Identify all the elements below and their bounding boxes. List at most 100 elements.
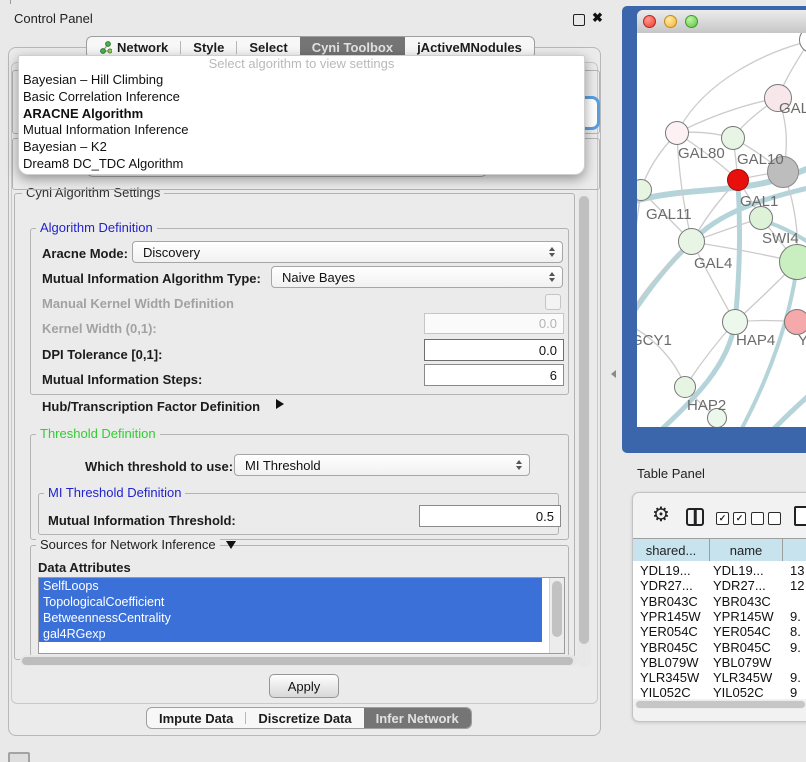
which-threshold-combo[interactable]: MI Threshold <box>234 454 530 476</box>
select-all-checkboxes-icon[interactable]: ✓ ✓ <box>716 512 746 525</box>
list-item-selected[interactable]: gal4RGexp <box>39 626 542 642</box>
manual-kernel-width-label: Manual Kernel Width Definition <box>42 296 234 311</box>
split-columns-icon[interactable] <box>686 508 704 526</box>
table-row[interactable]: YPR145WYPR145W9. <box>633 609 806 624</box>
mi-threshold-field[interactable]: 0.5 <box>419 505 561 527</box>
list-item-selected[interactable]: SelfLoops <box>39 578 542 594</box>
docked-panel-icon[interactable] <box>8 752 30 762</box>
list-scrollbar-thumb[interactable] <box>552 581 562 637</box>
table-row[interactable]: YLR345WYLR345W9. <box>633 670 806 685</box>
table-hscrollbar-thumb[interactable] <box>636 701 805 708</box>
tab-cyni-toolbox-label: Cyni Toolbox <box>312 40 393 55</box>
mi-steps-field[interactable]: 6 <box>424 364 564 386</box>
which-threshold-label: Which threshold to use: <box>85 459 233 474</box>
tab-jactivemnodules-label: jActiveMNodules <box>417 40 522 55</box>
close-panel-icon[interactable]: ✖ <box>592 10 603 26</box>
which-threshold-value: MI Threshold <box>245 458 321 473</box>
table-row[interactable]: YIL052CYIL052C9 <box>633 685 806 699</box>
dropdown-item-selected[interactable]: ARACNE Algorithm <box>19 106 584 123</box>
mi-steps-label: Mutual Information Steps: <box>42 372 202 387</box>
node-label: GAL4 <box>694 255 732 272</box>
aracne-mode-label: Aracne Mode: <box>42 246 128 261</box>
node-label: GCY1 <box>637 332 672 349</box>
mi-threshold-label: Mutual Information Threshold: <box>48 513 236 528</box>
tab-impute-data-label: Impute Data <box>159 711 233 726</box>
mi-algorithm-type-value: Naive Bayes <box>282 270 355 285</box>
combo-spinner-icon <box>549 272 555 282</box>
zoom-window-icon[interactable] <box>685 15 698 28</box>
tab-network-label: Network <box>117 40 168 55</box>
node-label: GAL80 <box>678 145 725 162</box>
tab-infer-network[interactable]: Infer Network <box>364 708 471 728</box>
column-header-shared-name[interactable]: shared... <box>633 539 710 561</box>
settings-hscrollbar-track[interactable] <box>20 655 577 666</box>
network-node[interactable] <box>637 179 652 201</box>
table-row[interactable]: YBL079WYBL079W <box>633 655 806 670</box>
manual-kernel-width-checkbox[interactable] <box>545 294 561 310</box>
close-window-icon[interactable] <box>643 15 656 28</box>
table-mode-icon[interactable] <box>794 506 806 526</box>
tab-select-label: Select <box>249 40 287 55</box>
network-node-selected[interactable] <box>727 169 749 191</box>
gear-icon[interactable]: ⚙ <box>652 503 670 527</box>
table-row[interactable]: YER054CYER054C8. <box>633 624 806 639</box>
tab-impute-data[interactable]: Impute Data <box>147 708 245 728</box>
node-label: HAP2 <box>687 397 726 414</box>
table-panel-title: Table Panel <box>637 466 705 481</box>
node-label: GAL1 <box>740 193 778 210</box>
list-item-selected[interactable]: TopologicalCoefficient <box>39 594 542 610</box>
dropdown-item[interactable]: Bayesian – K2 <box>19 139 584 156</box>
hub-disclosure-icon[interactable] <box>276 399 284 409</box>
mi-algorithm-type-label: Mutual Information Algorithm Type: <box>42 271 261 286</box>
deselect-all-checkboxes-icon[interactable] <box>751 512 781 525</box>
aracne-mode-combo[interactable]: Discovery <box>132 241 563 263</box>
dropdown-item[interactable]: Mutual Information Inference <box>19 122 584 139</box>
network-canvas[interactable]: GAL GAL80 GAL10 GAL1 GAL11 SWI4 GAL4 GCY… <box>637 33 806 427</box>
mi-threshold-definition-title: MI Threshold Definition <box>44 486 185 500</box>
node-label: GAL11 <box>646 206 692 223</box>
aracne-mode-value: Discovery <box>143 245 200 260</box>
tab-discretize-data[interactable]: Discretize Data <box>246 708 363 728</box>
data-attributes-list: SelfLoops TopologicalCoefficient Between… <box>38 577 565 654</box>
network-node[interactable] <box>674 376 696 398</box>
dropdown-item[interactable]: Basic Correlation Inference <box>19 89 584 106</box>
float-panel-icon[interactable] <box>573 14 585 26</box>
apply-button[interactable]: Apply <box>269 674 339 698</box>
kernel-width-field[interactable]: 0.0 <box>424 313 564 334</box>
column-header-name[interactable]: name <box>710 539 783 561</box>
combo-spinner-icon <box>516 460 522 470</box>
column-header-clipped[interactable] <box>783 539 806 561</box>
settings-hscrollbar-thumb[interactable] <box>22 657 573 665</box>
dropdown-placeholder: Select algorithm to view settings <box>19 56 584 72</box>
table-row[interactable]: YDL19...YDL19...13 <box>633 563 806 578</box>
settings-vscrollbar-track[interactable] <box>577 191 591 668</box>
network-window-titlebar[interactable] <box>637 10 806 34</box>
sources-disclosure-icon[interactable] <box>226 541 236 549</box>
window-edge-mark <box>10 0 11 4</box>
settings-vscrollbar-thumb[interactable] <box>579 196 589 644</box>
checked-box-icon: ✓ <box>716 512 729 525</box>
table-row[interactable]: YDR27...YDR27...12 <box>633 578 806 593</box>
dropdown-item[interactable]: Bayesian – Hill Climbing <box>19 72 584 89</box>
tab-infer-network-label: Infer Network <box>376 711 459 726</box>
dropdown-item[interactable]: Dream8 DC_TDC Algorithm <box>19 156 584 173</box>
dpi-tolerance-field[interactable]: 0.0 <box>424 339 564 361</box>
network-node[interactable] <box>799 33 806 53</box>
table-hscrollbar-track[interactable] <box>635 700 806 709</box>
network-tab-icon <box>99 41 112 54</box>
table-row[interactable]: YBR045CYBR045C9. <box>633 640 806 655</box>
algorithm-dropdown-popup: Select algorithm to view settings Bayesi… <box>18 55 585 175</box>
network-node[interactable] <box>678 228 705 255</box>
hub-definition-label: Hub/Transcription Factor Definition <box>42 399 260 414</box>
kernel-width-label: Kernel Width (0,1): <box>42 321 157 336</box>
node-label: Y <box>798 332 806 349</box>
network-node[interactable] <box>779 244 806 280</box>
combo-spinner-icon <box>549 247 555 257</box>
mi-algorithm-type-combo[interactable]: Naive Bayes <box>271 266 563 288</box>
list-scrollbar-track[interactable] <box>549 578 564 653</box>
minimize-window-icon[interactable] <box>664 15 677 28</box>
table-row[interactable]: YBR043CYBR043C <box>633 594 806 609</box>
splitter-collapse-icon[interactable] <box>611 370 616 378</box>
network-node[interactable] <box>665 121 689 145</box>
list-item-selected[interactable]: BetweennessCentrality <box>39 610 542 626</box>
